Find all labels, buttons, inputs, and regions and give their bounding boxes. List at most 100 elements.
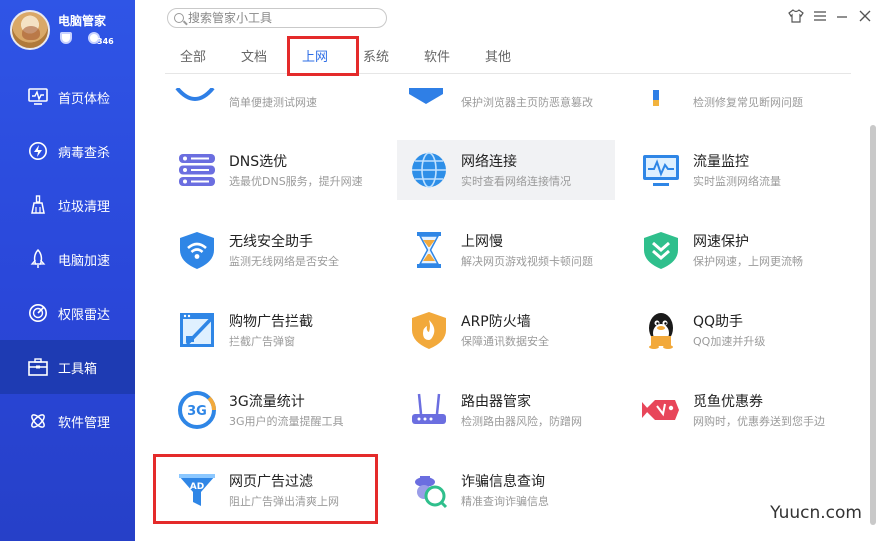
homepage-protect-icon <box>409 88 443 104</box>
close-x-icon <box>859 10 871 22</box>
profile-name: 电脑管家 <box>58 14 107 28</box>
sidebar-item-label: 权限雷达 <box>58 307 111 323</box>
tool-desc: 选最优DNS服务，提升网速 <box>229 175 363 188</box>
avatar[interactable] <box>10 10 50 50</box>
qq-penguin-icon <box>649 313 673 349</box>
coupon-fish-icon <box>642 400 679 420</box>
tool-desc-partial: 简单便捷测试网速 <box>229 96 317 109</box>
tool-shopping-ad-block[interactable]: 购物广告拦截 拦截广告弹窗 <box>165 300 383 360</box>
category-tabs: 全部 文档 上网 系统 软件 其他 <box>165 38 851 74</box>
avatar-heart-icon <box>22 26 40 40</box>
tool-name: 3G流量统计 <box>229 394 305 410</box>
tool-name: 网速保护 <box>693 234 749 250</box>
3g-icon: 3G <box>178 391 216 429</box>
profile: 电脑管家 346 <box>0 0 135 62</box>
tool-name: 诈骗信息查询 <box>461 474 545 490</box>
tool-dns-optimize[interactable]: DNS选优 选最优DNS服务，提升网速 <box>165 140 383 200</box>
speed-shield-icon <box>644 232 678 269</box>
minimize-line-icon <box>837 16 847 18</box>
traffic-monitor-icon <box>643 155 679 186</box>
network-repair-icon <box>653 90 659 106</box>
svg-text:3G: 3G <box>187 404 207 419</box>
tool-3g-traffic[interactable]: 3G 3G流量统计 3G用户的流量提醒工具 <box>165 380 383 440</box>
tool-name: 觅鱼优惠券 <box>693 394 763 410</box>
sidebar-item-junk-clean[interactable]: 垃圾清理 <box>0 178 135 232</box>
tool-desc: 3G用户的流量提醒工具 <box>229 415 344 428</box>
tool-desc: 拦截广告弹窗 <box>229 335 295 348</box>
tool-name: 网络连接 <box>461 154 517 170</box>
sidebar-item-permission-radar[interactable]: 权限雷达 <box>0 286 135 340</box>
tool-fish-coupon[interactable]: 觅鱼优惠券 网购时，优惠券送到您手边 <box>629 380 847 440</box>
search-icon <box>174 13 184 23</box>
tool-name: 路由器管家 <box>461 394 531 410</box>
sidebar-item-home-checkup[interactable]: 首页体检 <box>0 70 135 124</box>
tool-fraud-query[interactable]: 诈骗信息查询 精准查询诈骗信息 <box>397 460 615 520</box>
tool-name: 无线安全助手 <box>229 234 313 250</box>
tab-system[interactable]: 系统 <box>363 46 389 65</box>
sidebar-item-software-manager[interactable]: 软件管理 <box>0 394 135 448</box>
tool-desc: QQ加速并升级 <box>693 335 766 348</box>
tool-desc: 保护网速，上网更流畅 <box>693 255 803 268</box>
tool-desc: 实时查看网络连接情况 <box>461 175 571 188</box>
menu-icon[interactable] <box>810 6 830 26</box>
scrollbar-thumb[interactable] <box>870 125 876 525</box>
sidebar-item-label: 电脑加速 <box>58 253 111 269</box>
tool-traffic-monitor[interactable]: 流量监控 实时监测网络流量 <box>629 140 847 200</box>
ad-block-icon <box>180 313 214 347</box>
dns-server-icon <box>179 154 215 186</box>
tool-name: 流量监控 <box>693 154 749 170</box>
sidebar-nav: 首页体检 病毒查杀 垃圾清理 电脑加速 权限雷达 工具箱 软件管理 <box>0 70 135 448</box>
rocket-icon <box>30 249 46 268</box>
tab-software[interactable]: 软件 <box>424 46 450 65</box>
sidebar: 电脑管家 346 首页体检 病毒查杀 垃圾清理 电脑加速 权限雷达 工具箱 软件… <box>0 0 135 541</box>
tool-desc: 网购时，优惠券送到您手边 <box>693 415 825 428</box>
search-box[interactable] <box>167 8 387 28</box>
close-icon[interactable] <box>855 6 875 26</box>
router-icon <box>412 393 446 424</box>
tool-desc: 保障通讯数据安全 <box>461 335 549 348</box>
fraud-search-icon <box>415 476 448 509</box>
tool-qq-assistant[interactable]: QQ助手 QQ加速并升级 <box>629 300 847 360</box>
sidebar-item-label: 工具箱 <box>58 361 98 377</box>
tool-speed-protect[interactable]: 网速保护 保护网速，上网更流畅 <box>629 220 847 280</box>
points-badge: 346 <box>97 37 114 46</box>
tool-name: DNS选优 <box>229 154 288 170</box>
tool-desc: 检测路由器风险，防蹭网 <box>461 415 582 428</box>
tool-desc: 实时监测网络流量 <box>693 175 781 188</box>
wifi-shield-icon <box>180 232 214 269</box>
sidebar-item-label: 病毒查杀 <box>58 145 111 161</box>
tool-router-manager[interactable]: 路由器管家 检测路由器风险，防蹭网 <box>397 380 615 440</box>
watermark: Yuucn.com <box>768 503 864 523</box>
shirt-icon <box>788 9 804 23</box>
broom-icon <box>31 195 45 214</box>
tool-wifi-security[interactable]: 无线安全助手 监测无线网络是否安全 <box>165 220 383 280</box>
sidebar-item-speedup[interactable]: 电脑加速 <box>0 232 135 286</box>
skin-icon[interactable] <box>786 6 806 26</box>
tool-desc: 精准查询诈骗信息 <box>461 495 549 508</box>
sidebar-item-label: 垃圾清理 <box>58 199 111 215</box>
tool-arp-firewall[interactable]: ARP防火墙 保障通讯数据安全 <box>397 300 615 360</box>
tool-name: ARP防火墙 <box>461 314 531 330</box>
sidebar-item-toolbox[interactable]: 工具箱 <box>0 340 135 394</box>
tab-all[interactable]: 全部 <box>180 46 206 65</box>
speed-test-icon <box>175 88 215 101</box>
sidebar-item-virus-scan[interactable]: 病毒查杀 <box>0 124 135 178</box>
tool-name: 购物广告拦截 <box>229 314 313 330</box>
tool-desc-partial: 检测修复常见断网问题 <box>693 96 803 109</box>
radar-icon <box>29 304 47 322</box>
search-input[interactable] <box>188 11 378 25</box>
tool-network-connection[interactable]: 网络连接 实时查看网络连接情况 <box>397 140 615 200</box>
shield-status-icon[interactable] <box>60 32 72 44</box>
minimize-icon[interactable] <box>832 6 852 26</box>
hamburger-icon <box>814 11 826 21</box>
lightning-icon <box>29 142 47 160</box>
tab-other[interactable]: 其他 <box>485 46 511 65</box>
tool-slow-internet[interactable]: 上网慢 解决网页游戏视频卡顿问题 <box>397 220 615 280</box>
tool-desc: 监测无线网络是否安全 <box>229 255 339 268</box>
toolbox-icon <box>28 358 48 376</box>
sidebar-item-label: 首页体检 <box>58 91 111 107</box>
main-panel: 全部 文档 上网 系统 软件 其他 简单便捷测试网速 保护浏览器主页防恶意篡改 … <box>135 0 878 541</box>
globe-icon <box>412 152 446 188</box>
tab-documents[interactable]: 文档 <box>241 46 267 65</box>
apps-icon <box>31 414 45 428</box>
